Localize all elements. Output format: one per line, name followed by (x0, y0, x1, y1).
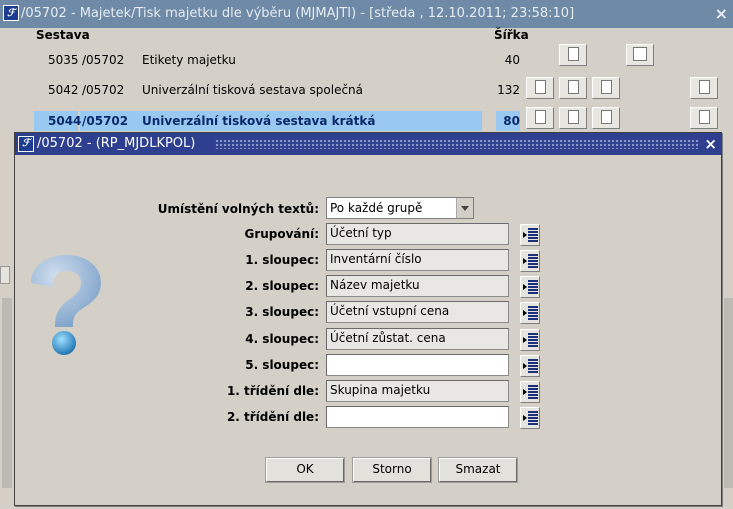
umisteni-select[interactable]: Po každé grupě (326, 197, 474, 219)
sloupec5-field[interactable] (326, 354, 509, 376)
background-panel-right (724, 298, 733, 488)
lov-arrow-icon (523, 389, 527, 395)
list-icon (528, 333, 538, 347)
storno-button[interactable]: Storno (353, 458, 431, 482)
row-name: Univerzální tisková sestava krátká (142, 114, 376, 128)
list-row-5035[interactable]: 5035 /05702 Etikety majetku 40 (34, 50, 520, 70)
sloupec3-field[interactable]: Účetní vstupní cena (326, 301, 509, 323)
row-code: /05702 (82, 83, 125, 97)
outer-window-title: /05702 - Majetek/Tisk majetku dle výběru… (21, 6, 575, 21)
print-button-r3[interactable] (592, 107, 620, 129)
sloupec3-label: 3. sloupec: (245, 305, 319, 319)
print-button-r2[interactable] (592, 77, 620, 99)
edit-button-r3[interactable] (690, 107, 718, 129)
sloupec5-label: 5. sloupec: (245, 358, 319, 372)
header-sestava: Sestava (36, 28, 90, 42)
trideni2-field[interactable] (326, 406, 509, 428)
list-icon (528, 306, 538, 320)
lov-arrow-icon (523, 337, 527, 343)
dialog-close-icon[interactable]: × (704, 135, 717, 153)
list-icon (528, 411, 538, 425)
list-row-5042[interactable]: 5042 /05702 Univerzální tisková sestava … (34, 80, 520, 100)
row-code: /05702 (82, 114, 129, 128)
sloupec2-field[interactable]: Název majetku (326, 275, 509, 297)
background-fragment (0, 266, 10, 284)
trideni1-field[interactable]: Skupina majetku (326, 380, 509, 402)
sloupec4-field[interactable]: Účetní zůstat. cena (326, 328, 509, 350)
trideni1-lov-button[interactable] (520, 381, 540, 403)
sloupec5-lov-button[interactable] (520, 355, 540, 377)
sloupec1-field[interactable]: Inventární číslo (326, 249, 509, 271)
grupovani-field[interactable]: Účetní typ (326, 223, 509, 245)
trideni1-label: 1. třídění dle: (226, 384, 319, 398)
outer-window-titlebar: ℱ /05702 - Majetek/Tisk majetku dle výbě… (0, 0, 733, 28)
outer-close-icon[interactable]: × (715, 4, 728, 23)
lov-arrow-icon (523, 310, 527, 316)
row-name: Etikety majetku (142, 53, 236, 67)
lov-arrow-icon (523, 284, 527, 290)
excel-export-button-r2[interactable] (526, 77, 554, 99)
ok-button[interactable]: OK (266, 458, 344, 482)
xml-export-button[interactable] (626, 44, 654, 66)
row-number: 5044 (48, 114, 82, 128)
lov-arrow-icon (523, 258, 527, 264)
grupovani-lov-button[interactable] (520, 224, 540, 246)
chevron-down-icon[interactable] (456, 198, 473, 218)
list-icon (528, 280, 538, 294)
grupovani-label: Grupování: (244, 227, 319, 241)
trideni2-lov-button[interactable] (520, 407, 540, 429)
sloupec2-lov-button[interactable] (520, 276, 540, 298)
app-icon: ℱ (3, 5, 19, 21)
dialog-app-icon: ℱ (18, 136, 34, 152)
list-icon (528, 228, 538, 242)
smazat-button[interactable]: Smazat (439, 458, 517, 482)
lov-arrow-icon (523, 363, 527, 369)
lov-arrow-icon (523, 415, 527, 421)
question-mark-icon (31, 255, 101, 355)
sloupec4-label: 4. sloupec: (245, 332, 319, 346)
umisteni-value: Po každé grupě (330, 201, 423, 215)
row-code: /05702 (82, 53, 125, 67)
sloupec2-label: 2. sloupec: (245, 279, 319, 293)
row-width: 132 (497, 83, 520, 97)
list-icon (528, 359, 538, 373)
sloupec3-lov-button[interactable] (520, 302, 540, 324)
txt-export-button-r2[interactable] (559, 77, 587, 99)
row-name: Univerzální tisková sestava společná (142, 83, 364, 97)
list-icon (528, 254, 538, 268)
parameters-dialog: ℱ /05702 - (RP_MJDLKPOL) × Umístění voln… (14, 132, 722, 506)
umisteni-label: Umístění volných textů: (157, 202, 319, 216)
titlebar-dots (215, 139, 699, 149)
dialog-title: /05702 - (RP_MJDLKPOL) (37, 136, 202, 151)
sloupec1-label: 1. sloupec: (245, 253, 319, 267)
row-number: 5035 (48, 53, 79, 67)
sloupec1-lov-button[interactable] (520, 250, 540, 272)
dialog-titlebar: ℱ /05702 - (RP_MJDLKPOL) × (15, 133, 721, 155)
etikety-button[interactable] (559, 44, 587, 66)
trideni2-label: 2. třídění dle: (226, 410, 319, 424)
list-row-5044-selected[interactable]: 5044 /05702 Univerzální tisková sestava … (34, 111, 520, 131)
row-width: 80 (503, 114, 520, 128)
txt-export-button-r3[interactable] (559, 107, 587, 129)
list-icon (528, 385, 538, 399)
sloupec4-lov-button[interactable] (520, 329, 540, 351)
excel-export-button-r3[interactable] (526, 107, 554, 129)
edit-button-r2[interactable] (690, 77, 718, 99)
header-sirka: Šířka (494, 28, 529, 42)
row-width: 40 (504, 53, 520, 67)
row-number: 5042 (48, 83, 79, 97)
background-panel (2, 298, 12, 488)
lov-arrow-icon (523, 232, 527, 238)
